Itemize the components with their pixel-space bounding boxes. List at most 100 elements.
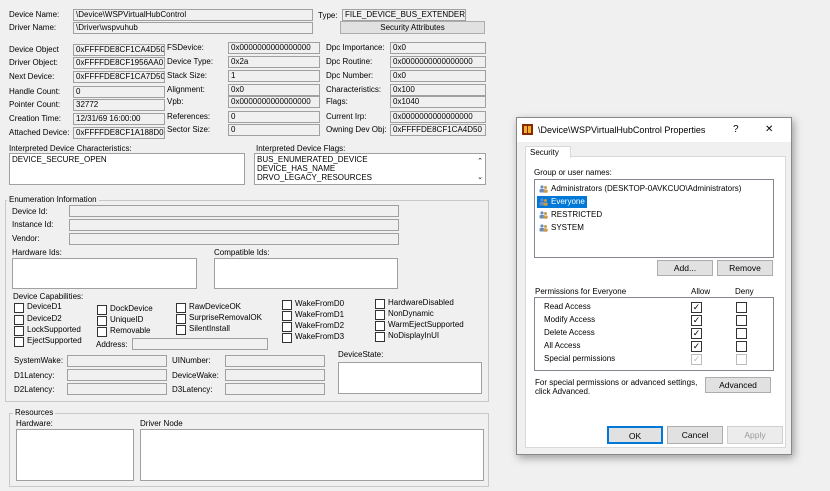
- col1-field[interactable]: 32772: [73, 99, 165, 111]
- col2-field[interactable]: 0: [228, 124, 320, 136]
- tab-security[interactable]: Security: [525, 146, 571, 158]
- capability-checkbox[interactable]: [176, 303, 186, 313]
- capability-label: WakeFromD1: [295, 310, 345, 319]
- help-button[interactable]: ?: [733, 124, 739, 135]
- user-name: Administrators (DESKTOP-0AVKCUO\Administ…: [551, 184, 742, 193]
- col3-field[interactable]: 0x0000000000000000: [390, 111, 486, 123]
- col1-field[interactable]: 0xFFFFDE8CF1A188D0: [73, 127, 165, 139]
- user-list-item[interactable]: SYSTEM: [537, 222, 586, 234]
- col2-field[interactable]: 0: [228, 111, 320, 123]
- d2-latency-field[interactable]: [67, 383, 167, 395]
- instance-id-field[interactable]: [69, 219, 399, 231]
- ok-button[interactable]: OK: [607, 426, 663, 444]
- remove-button[interactable]: Remove: [717, 260, 773, 276]
- group-names-label: Group or user names:: [534, 168, 612, 177]
- deny-checkbox[interactable]: [736, 302, 747, 313]
- user-list-item[interactable]: Everyone: [537, 196, 587, 208]
- capability-checkbox[interactable]: [176, 325, 186, 335]
- col3-field[interactable]: 0x0000000000000000: [390, 56, 486, 68]
- compatible-ids-list[interactable]: [214, 258, 398, 289]
- col1-field[interactable]: 0: [73, 86, 165, 98]
- allow-checkbox[interactable]: ✓: [691, 328, 702, 339]
- allow-checkbox[interactable]: ✓: [691, 341, 702, 352]
- col3-field[interactable]: 0x0: [390, 70, 486, 82]
- hardware-ids-list[interactable]: [12, 258, 197, 289]
- col1-field[interactable]: 0xFFFFDE8CF1CA7D50: [73, 71, 165, 83]
- cancel-button[interactable]: Cancel: [667, 426, 723, 444]
- capability-checkbox[interactable]: [14, 303, 24, 313]
- user-list[interactable]: Administrators (DESKTOP-0AVKCUO\Administ…: [534, 179, 774, 258]
- capability-checkbox[interactable]: [97, 316, 107, 326]
- capability-label: WakeFromD2: [295, 321, 345, 330]
- col2-field[interactable]: 0x0000000000000000: [228, 96, 320, 108]
- capability-checkbox[interactable]: [282, 300, 292, 310]
- col1-label: Driver Object:: [9, 58, 58, 67]
- deny-checkbox[interactable]: [736, 315, 747, 326]
- col2-field[interactable]: 1: [228, 70, 320, 82]
- capability-checkbox[interactable]: [282, 333, 292, 343]
- col3-field[interactable]: 0x100: [390, 84, 486, 96]
- security-attributes-button[interactable]: Security Attributes: [340, 21, 485, 34]
- driver-name-field[interactable]: \Driver\wspvuhub: [73, 22, 313, 34]
- capability-checkbox[interactable]: [375, 310, 385, 320]
- user-list-item[interactable]: RESTRICTED: [537, 209, 604, 221]
- scroll-down-icon[interactable]: ⌄: [477, 173, 483, 181]
- advanced-button[interactable]: Advanced: [705, 377, 771, 393]
- capability-checkbox[interactable]: [97, 305, 107, 315]
- d3-latency-label: D3Latency:: [172, 385, 213, 394]
- user-list-item[interactable]: Administrators (DESKTOP-0AVKCUO\Administ…: [537, 183, 743, 195]
- capability-checkbox[interactable]: [282, 322, 292, 332]
- system-wake-field[interactable]: [67, 355, 167, 367]
- deny-checkbox: [736, 354, 747, 365]
- col3-field[interactable]: 0x1040: [390, 96, 486, 108]
- vendor-field[interactable]: [69, 233, 399, 245]
- allow-checkbox[interactable]: ✓: [691, 302, 702, 313]
- dialog-title-bar[interactable]: \Device\WSPVirtualHubControl Properties …: [517, 118, 791, 142]
- col2-field[interactable]: 0x0: [228, 84, 320, 96]
- characteristic-line: DEVICE_SECURE_OPEN: [12, 155, 107, 164]
- col3-field[interactable]: 0x0: [390, 42, 486, 54]
- capability-checkbox[interactable]: [375, 321, 385, 331]
- device-name-field[interactable]: \Device\WSPVirtualHubControl: [73, 9, 313, 21]
- resources-title: Resources: [13, 408, 56, 418]
- col2-label: References:: [167, 112, 211, 121]
- capability-checkbox[interactable]: [97, 327, 107, 337]
- col3-field[interactable]: 0xFFFFDE8CF1CA4D50: [390, 124, 486, 136]
- allow-checkbox[interactable]: ✓: [691, 315, 702, 326]
- col2-field[interactable]: 0x2a: [228, 56, 320, 68]
- d1-latency-field[interactable]: [67, 369, 167, 381]
- col1-field[interactable]: 12/31/69 16:00:00: [73, 113, 165, 125]
- deny-checkbox[interactable]: [736, 341, 747, 352]
- col1-field[interactable]: 0xFFFFDE8CF1956AA0: [73, 57, 165, 69]
- device-wake-field[interactable]: [225, 369, 325, 381]
- capability-checkbox[interactable]: [14, 315, 24, 325]
- type-field[interactable]: FILE_DEVICE_BUS_EXTENDER: [342, 9, 466, 21]
- ui-number-field[interactable]: [225, 355, 325, 367]
- device-state-box[interactable]: [338, 362, 482, 394]
- apply-button[interactable]: Apply: [727, 426, 783, 444]
- deny-checkbox[interactable]: [736, 328, 747, 339]
- characteristics-list[interactable]: DEVICE_SECURE_OPEN: [9, 153, 245, 185]
- flags-list[interactable]: ⌃ ⌄ BUS_ENUMERATED_DEVICE DEVICE_HAS_NAME…: [254, 153, 486, 185]
- col2-field[interactable]: 0x0000000000000000: [228, 42, 320, 54]
- col3-label: Flags:: [326, 97, 348, 106]
- device-id-field[interactable]: [69, 205, 399, 217]
- hardware-resources-list[interactable]: [16, 429, 134, 481]
- capability-checkbox[interactable]: [282, 311, 292, 321]
- capability-checkbox[interactable]: [176, 314, 186, 324]
- capability-checkbox[interactable]: [14, 337, 24, 347]
- device-wake-label: DeviceWake:: [172, 371, 219, 380]
- scroll-up-icon[interactable]: ⌃: [477, 157, 483, 165]
- special-text-2: click Advanced.: [535, 387, 591, 396]
- col1-field[interactable]: 0xFFFFDE8CF1CA4D50: [73, 44, 165, 56]
- capability-checkbox[interactable]: [375, 332, 385, 342]
- user-name: SYSTEM: [551, 223, 584, 232]
- close-icon[interactable]: ✕: [765, 124, 773, 135]
- capability-checkbox[interactable]: [14, 326, 24, 336]
- permission-name: Read Access: [544, 302, 591, 311]
- address-field[interactable]: [132, 338, 268, 350]
- add-button[interactable]: Add...: [657, 260, 713, 276]
- driver-node-list[interactable]: [140, 429, 484, 481]
- d3-latency-field[interactable]: [225, 383, 325, 395]
- capability-checkbox[interactable]: [375, 299, 385, 309]
